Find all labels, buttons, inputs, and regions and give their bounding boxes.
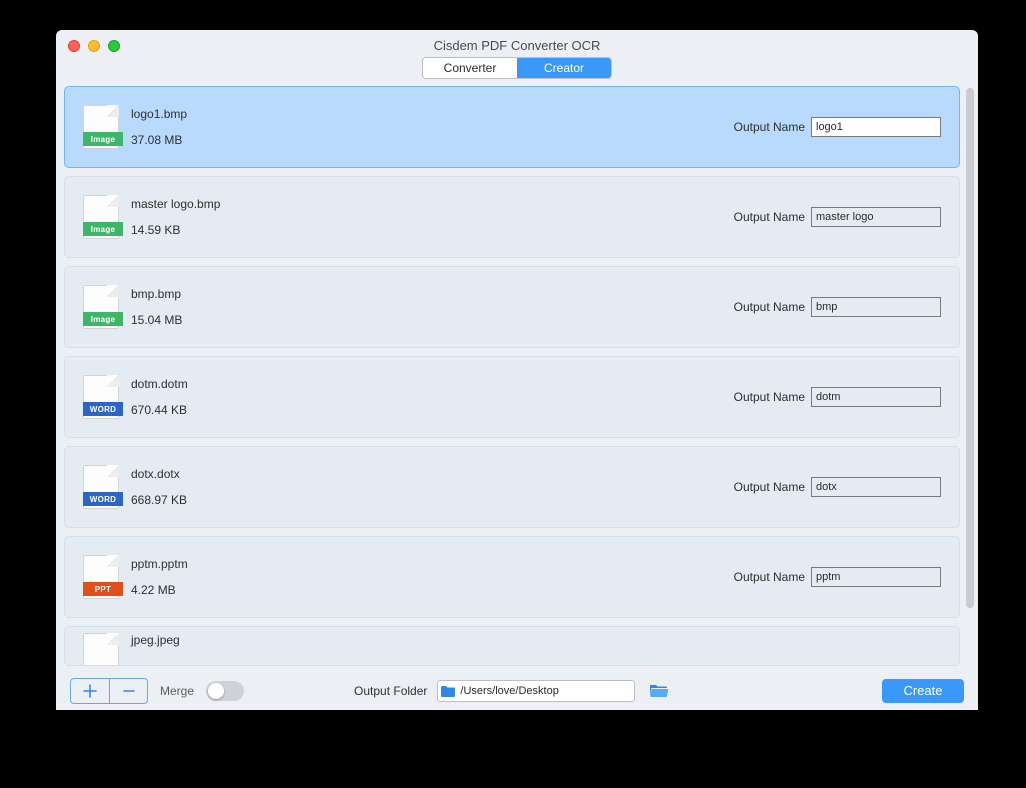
output-name-input[interactable] [811, 117, 941, 137]
file-size: 37.08 MB [131, 133, 734, 147]
open-folder-icon [649, 682, 669, 698]
file-size: 4.22 MB [131, 583, 734, 597]
minus-icon [122, 684, 136, 698]
output-name-group: Output Name [734, 387, 941, 407]
file-meta: pptm.pptm 4.22 MB [131, 557, 734, 597]
output-name-group: Output Name [734, 297, 941, 317]
footer-bar: Merge Output Folder Create [56, 670, 978, 710]
file-meta: logo1.bmp 37.08 MB [131, 107, 734, 147]
file-type-badge: WORD [83, 492, 123, 506]
output-name-input[interactable] [811, 297, 941, 317]
create-button[interactable]: Create [882, 679, 964, 703]
file-list: Imagelogo1.bmp37.08 MBOutput NameImagema… [64, 86, 960, 670]
output-name-label: Output Name [734, 300, 805, 314]
file-type-badge: WORD [83, 402, 123, 416]
window-controls [68, 40, 120, 52]
output-folder-input[interactable] [458, 685, 634, 697]
file-meta: bmp.bmp 15.04 MB [131, 287, 734, 327]
file-icon: WORD [83, 375, 119, 419]
output-name-label: Output Name [734, 570, 805, 584]
close-window-button[interactable] [68, 40, 80, 52]
file-row[interactable]: WORD dotm.dotm 670.44 KBOutput Name [64, 356, 960, 438]
add-remove-group [70, 678, 148, 704]
file-row[interactable]: WORD dotx.dotx 668.97 KBOutput Name [64, 446, 960, 528]
file-meta: jpeg.jpeg [131, 633, 941, 659]
file-icon [83, 633, 119, 666]
file-type-badge: Image [83, 132, 123, 146]
file-row[interactable]: Image logo1.bmp 37.08 MBOutput Name [64, 86, 960, 168]
file-size: 668.97 KB [131, 493, 734, 507]
titlebar: Cisdem PDF Converter OCR Converter Creat… [56, 30, 978, 82]
output-folder-label: Output Folder [354, 684, 427, 698]
file-icon: PPT [83, 555, 119, 599]
output-name-label: Output Name [734, 390, 805, 404]
file-icon: WORD [83, 465, 119, 509]
file-name: dotx.dotx [131, 467, 734, 481]
file-name: logo1.bmp [131, 107, 734, 121]
add-file-button[interactable] [71, 679, 109, 703]
output-name-input[interactable] [811, 207, 941, 227]
output-name-input[interactable] [811, 567, 941, 587]
output-name-input[interactable] [811, 477, 941, 497]
output-name-group: Output Name [734, 477, 941, 497]
output-folder-field-wrap [437, 680, 635, 702]
file-icon: Image [83, 285, 119, 329]
mode-segmented-control: Converter Creator [422, 57, 612, 79]
file-row[interactable]: Image bmp.bmp 15.04 MBOutput Name [64, 266, 960, 348]
file-row[interactable]: Image master logo.bmp 14.59 KBOutput Name [64, 176, 960, 258]
file-row[interactable]: PPT pptm.pptm 4.22 MBOutput Name [64, 536, 960, 618]
output-name-label: Output Name [734, 210, 805, 224]
file-type-badge: Image [83, 312, 123, 326]
scrollbar-thumb[interactable] [966, 88, 974, 608]
file-name: dotm.dotm [131, 377, 734, 391]
remove-file-button[interactable] [109, 679, 147, 703]
zoom-window-button[interactable] [108, 40, 120, 52]
file-name: pptm.pptm [131, 557, 734, 571]
tab-creator[interactable]: Creator [517, 58, 611, 78]
output-name-group: Output Name [734, 567, 941, 587]
output-name-label: Output Name [734, 120, 805, 134]
file-size: 15.04 MB [131, 313, 734, 327]
output-name-input[interactable] [811, 387, 941, 407]
app-window: Cisdem PDF Converter OCR Converter Creat… [56, 30, 978, 710]
file-type-badge: PPT [83, 582, 123, 596]
output-name-group: Output Name [734, 207, 941, 227]
file-name: jpeg.jpeg [131, 633, 941, 647]
tab-converter[interactable]: Converter [423, 58, 517, 78]
merge-toggle[interactable] [206, 681, 244, 701]
output-name-label: Output Name [734, 480, 805, 494]
output-name-group: Output Name [734, 117, 941, 137]
file-meta: dotx.dotx 668.97 KB [131, 467, 734, 507]
content-area: Imagelogo1.bmp37.08 MBOutput NameImagema… [56, 82, 978, 670]
file-meta: master logo.bmp 14.59 KB [131, 197, 734, 237]
minimize-window-button[interactable] [88, 40, 100, 52]
window-title: Cisdem PDF Converter OCR [56, 30, 978, 53]
plus-icon [83, 684, 97, 698]
file-name: bmp.bmp [131, 287, 734, 301]
file-row[interactable]: jpeg.jpeg [64, 626, 960, 666]
browse-folder-button[interactable] [649, 682, 669, 700]
file-type-badge: Image [83, 222, 123, 236]
file-icon: Image [83, 195, 119, 239]
file-size: 14.59 KB [131, 223, 734, 237]
file-size: 670.44 KB [131, 403, 734, 417]
file-name: master logo.bmp [131, 197, 734, 211]
folder-icon [438, 681, 458, 701]
file-icon: Image [83, 105, 119, 149]
merge-label: Merge [160, 684, 194, 698]
file-meta: dotm.dotm 670.44 KB [131, 377, 734, 417]
